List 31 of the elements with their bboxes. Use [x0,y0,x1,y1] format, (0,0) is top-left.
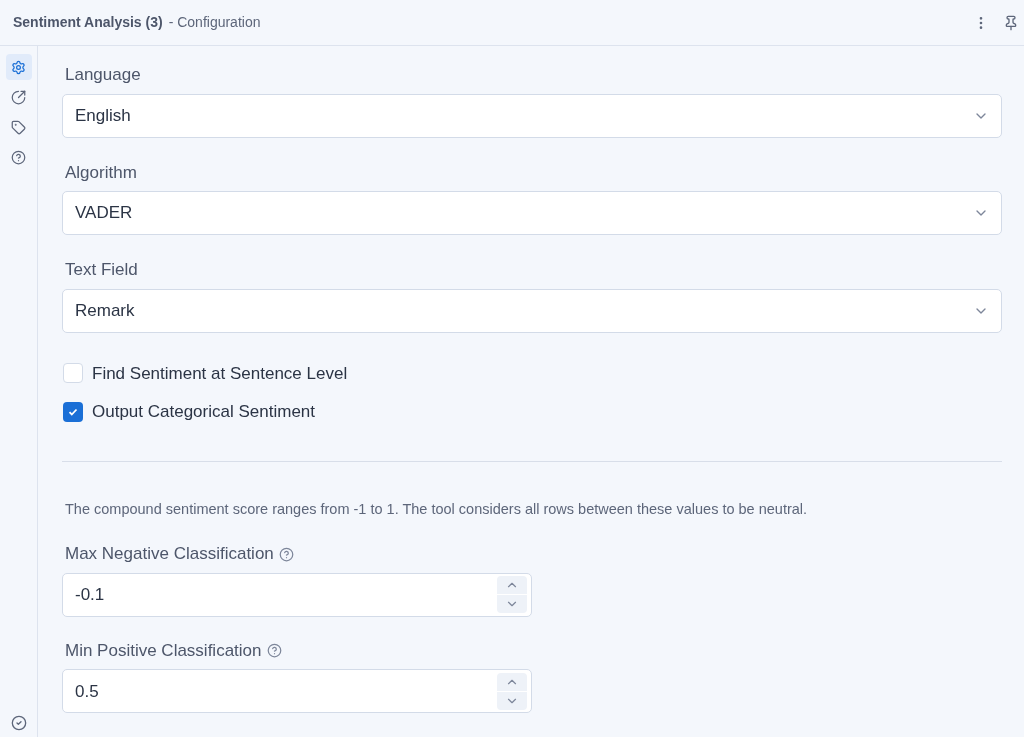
increment-button[interactable] [497,576,527,595]
decrement-button[interactable] [497,691,527,710]
pin-icon [1003,14,1019,31]
help-icon[interactable] [278,546,294,562]
checkbox[interactable] [63,401,83,422]
help-icon [11,149,26,165]
checkbox-label: Output Categorical Sentiment [92,401,315,423]
checkbox-label: Find Sentiment at Sentence Level [92,362,348,385]
dropdown[interactable]: VADER [62,191,1002,235]
panel-subtitle: - Configuration [168,13,261,32]
description-text: The compound sentiment score ranges from -1 to 1. The tool considers all rows between these values to be neutral. [65,499,809,519]
panel-title: Sentiment Analysis (3) [13,13,163,32]
circle-arrow-icon [11,89,26,105]
pin-button[interactable] [1003,14,1019,31]
settings-tab[interactable] [5,54,32,80]
settings-icon [11,59,26,75]
number-field[interactable]: 0.5 [62,669,532,714]
field-label: Min Positive Classification [65,639,262,662]
dropdown[interactable]: Remark [62,288,1002,333]
field-label: Language [65,64,142,86]
tag-icon [11,119,26,135]
field-label: Algorithm [65,161,138,184]
checkbox[interactable] [63,363,83,384]
field-label: Max Negative Classification [65,543,274,566]
check-circle-icon [10,715,27,731]
field-label: Text Field [65,259,139,281]
dropdown[interactable]: English [62,93,1002,138]
number-field[interactable]: -0.1 [62,572,532,617]
decrement-button[interactable] [497,595,527,614]
increment-button[interactable] [497,672,527,691]
help-icon[interactable] [266,643,282,658]
